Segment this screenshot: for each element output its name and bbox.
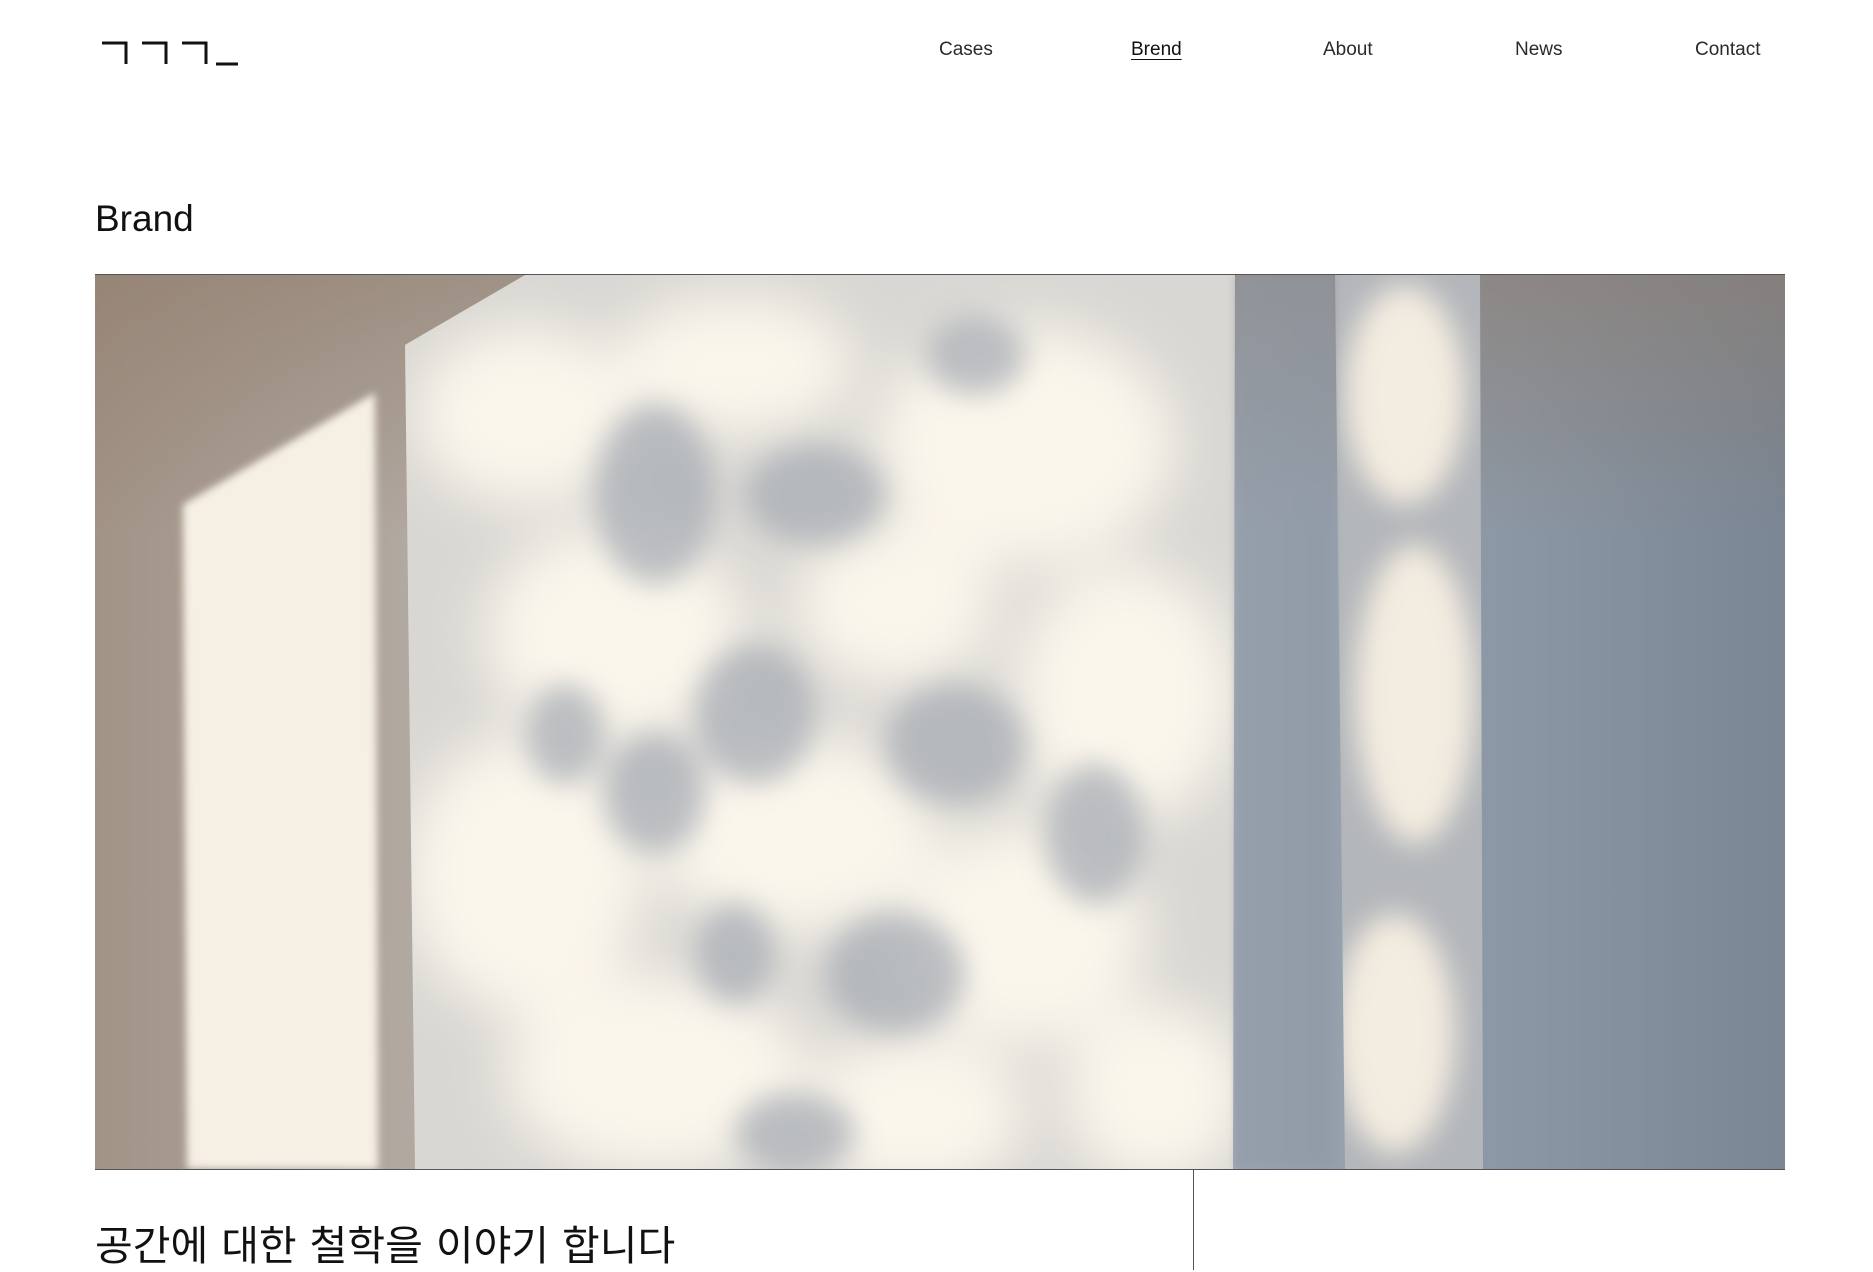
- nav-item-news[interactable]: News: [1515, 36, 1563, 64]
- page-title: Brand: [95, 198, 194, 239]
- nav-item-about[interactable]: About: [1323, 36, 1373, 64]
- logo-mark-icon: [102, 41, 238, 66]
- brand-headline: 공간에 대한 철학을 이야기 합니다: [95, 1222, 676, 1270]
- main-nav: Cases Brend About News Contact: [939, 36, 1779, 66]
- content-divider: [1193, 1170, 1194, 1270]
- brand-logo[interactable]: [100, 38, 240, 68]
- nav-item-brend[interactable]: Brend: [1131, 36, 1182, 64]
- sunlight-shadow-photo: [95, 275, 1785, 1169]
- nav-item-contact[interactable]: Contact: [1695, 36, 1760, 64]
- hero-image: [95, 274, 1785, 1170]
- nav-item-cases[interactable]: Cases: [939, 36, 993, 64]
